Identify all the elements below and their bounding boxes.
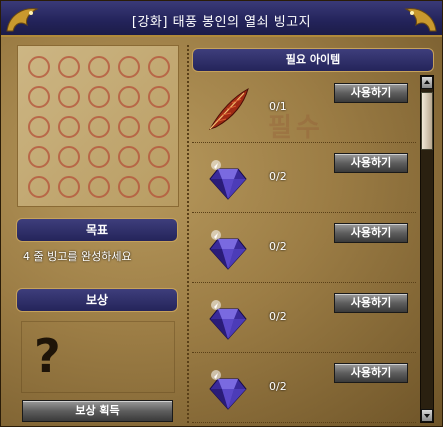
circle-icon [28, 56, 50, 78]
use-item-button[interactable]: 사용하기 [334, 223, 408, 243]
bingo-cell [24, 82, 54, 112]
bingo-window: [강화] 태풍 봉인의 열쇠 빙고지 목표 4 줄 빙고를 완성하세요 보상 ?… [0, 0, 443, 427]
circle-icon [28, 116, 50, 138]
bingo-cell [84, 142, 114, 172]
circle-icon [148, 116, 170, 138]
unknown-reward-icon: ? [34, 329, 61, 383]
required-item-row: 0/2 사용하기 [192, 147, 416, 213]
circle-icon [28, 146, 50, 168]
bingo-cell [84, 172, 114, 202]
required-item-row: 0/1 사용하기 [192, 77, 416, 143]
bingo-cell [84, 82, 114, 112]
reward-header: 보상 [16, 288, 178, 312]
row-divider [192, 422, 416, 423]
item-count: 0/1 [269, 100, 287, 113]
bingo-cell [114, 112, 144, 142]
gem-icon [204, 225, 252, 273]
circle-icon [88, 116, 110, 138]
row-divider [192, 282, 416, 283]
bingo-cell [144, 142, 174, 172]
bingo-cell [54, 52, 84, 82]
circle-icon [148, 86, 170, 108]
bingo-cell [24, 172, 54, 202]
circle-icon [28, 86, 50, 108]
row-divider [192, 352, 416, 353]
bingo-cell [114, 52, 144, 82]
circle-icon [58, 146, 80, 168]
bingo-cell [54, 142, 84, 172]
bingo-cell [54, 82, 84, 112]
circle-icon [58, 176, 80, 198]
circle-icon [88, 146, 110, 168]
title-bar[interactable]: [강화] 태풍 봉인의 열쇠 빙고지 [1, 1, 442, 37]
item-count: 0/2 [269, 170, 287, 183]
feather-icon [204, 85, 252, 133]
gem-icon [204, 365, 252, 413]
dragon-ornament-icon [404, 8, 437, 32]
bingo-cell [84, 112, 114, 142]
bingo-board [17, 45, 179, 207]
required-item-row: 0/2 사용하기 [192, 357, 416, 423]
goal-text: 4 줄 빙고를 완성하세요 [23, 250, 132, 263]
scroll-up-icon[interactable] [421, 76, 433, 89]
scroll-down-icon[interactable] [421, 409, 433, 422]
bingo-cell [144, 172, 174, 202]
scrollbar[interactable] [420, 75, 434, 423]
bingo-cell [114, 82, 144, 112]
bingo-cell [144, 82, 174, 112]
bingo-cell [144, 112, 174, 142]
item-count: 0/2 [269, 310, 287, 323]
item-count: 0/2 [269, 380, 287, 393]
circle-icon [118, 146, 140, 168]
circle-icon [28, 176, 50, 198]
goal-header: 목표 [16, 218, 178, 242]
circle-icon [58, 116, 80, 138]
bingo-cell [24, 52, 54, 82]
scroll-thumb[interactable] [421, 92, 433, 150]
bingo-cell [144, 52, 174, 82]
section-divider [187, 45, 189, 423]
bingo-cell [24, 112, 54, 142]
bingo-cell [84, 52, 114, 82]
required-item-row: 0/2 사용하기 [192, 287, 416, 353]
row-divider [192, 142, 416, 143]
gem-icon [204, 295, 252, 343]
circle-icon [118, 176, 140, 198]
use-item-button[interactable]: 사용하기 [334, 83, 408, 103]
circle-icon [88, 86, 110, 108]
circle-icon [148, 176, 170, 198]
bingo-cell [54, 172, 84, 202]
bingo-cell [54, 112, 84, 142]
row-divider [192, 212, 416, 213]
use-item-button[interactable]: 사용하기 [334, 363, 408, 383]
circle-icon [58, 86, 80, 108]
use-item-button[interactable]: 사용하기 [334, 293, 408, 313]
use-item-button[interactable]: 사용하기 [334, 153, 408, 173]
required-items-header: 필요 아이템 [192, 48, 434, 72]
item-count: 0/2 [269, 240, 287, 253]
gem-icon [204, 155, 252, 203]
circle-icon [88, 176, 110, 198]
bingo-cell [114, 172, 144, 202]
required-item-row: 0/2 사용하기 [192, 217, 416, 283]
circle-icon [148, 146, 170, 168]
bingo-cell [114, 142, 144, 172]
bingo-cell [24, 142, 54, 172]
circle-icon [58, 56, 80, 78]
circle-icon [148, 56, 170, 78]
circle-icon [118, 56, 140, 78]
window-title: [강화] 태풍 봉인의 열쇠 빙고지 [131, 15, 312, 30]
claim-reward-button[interactable]: 보상 획득 [22, 400, 173, 422]
circle-icon [118, 116, 140, 138]
circle-icon [118, 86, 140, 108]
circle-icon [88, 56, 110, 78]
